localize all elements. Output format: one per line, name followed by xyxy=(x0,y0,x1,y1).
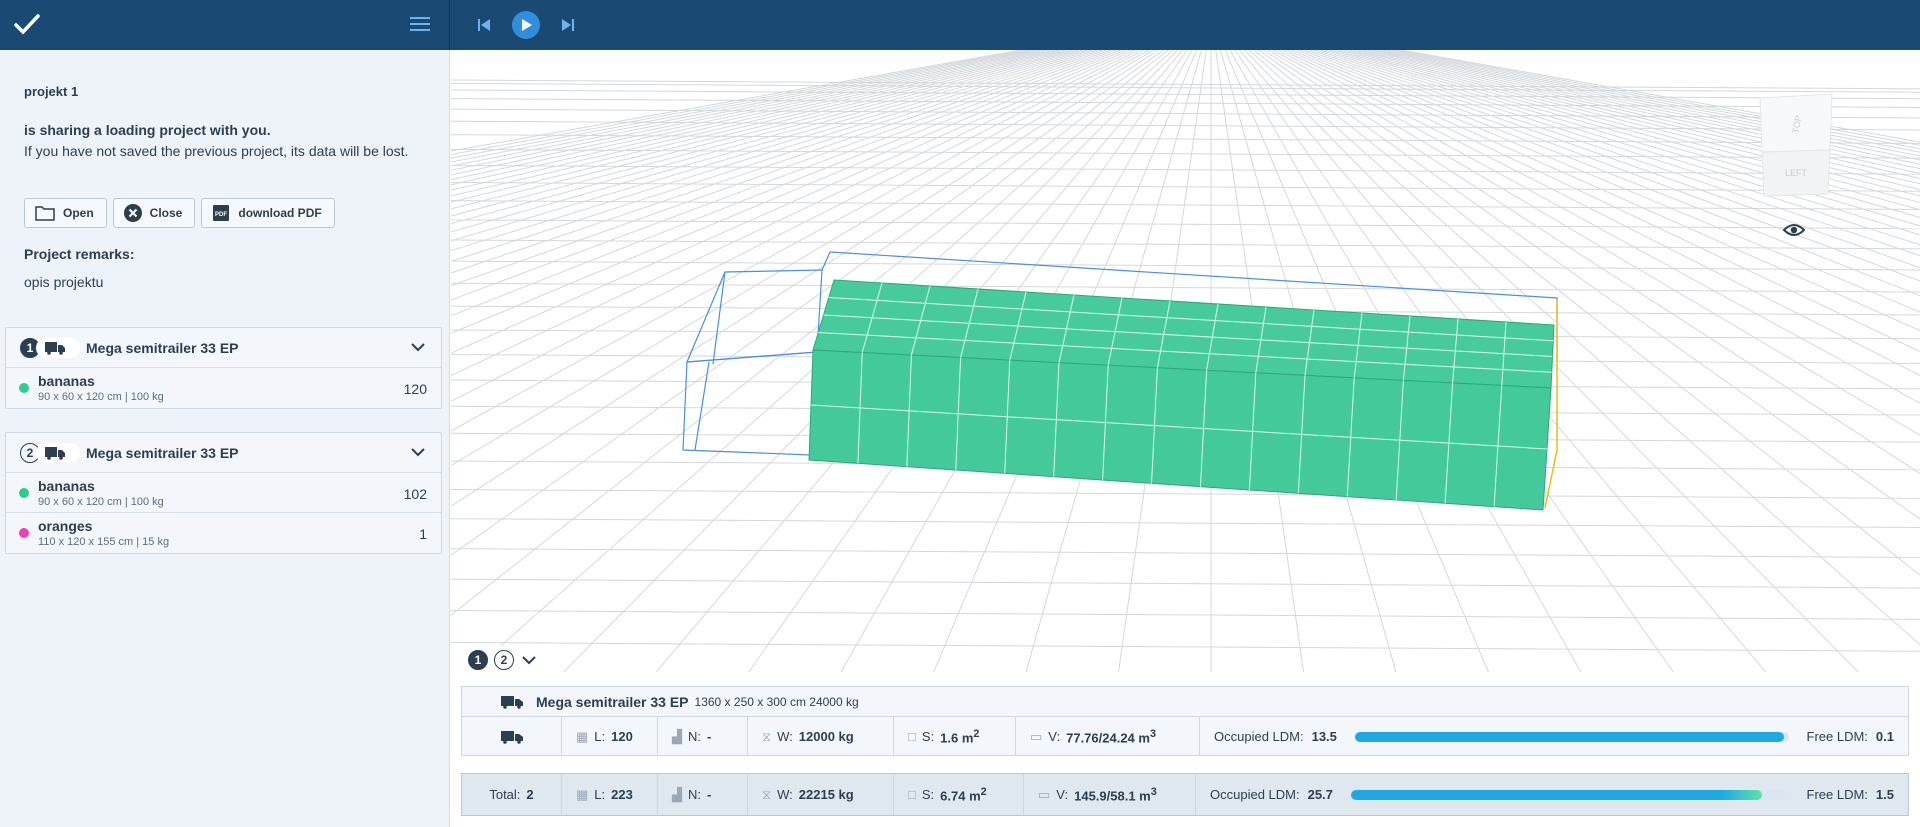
3d-scene[interactable] xyxy=(451,50,1920,672)
totals-stats: Total: 2 ▦ L: 223 ▟ N: - ⧖ W: 22215 kg □ S: 6.74 … xyxy=(462,774,1908,815)
chevron-down-icon[interactable] xyxy=(411,342,425,352)
ldm-progress-track xyxy=(1350,789,1789,800)
sidebar-header xyxy=(0,0,450,50)
animation-player xyxy=(470,11,582,39)
chevron-down-icon[interactable] xyxy=(520,654,538,666)
open-label: Open xyxy=(63,206,94,220)
close-label: Close xyxy=(149,206,183,220)
list-item[interactable]: bananas 90 x 60 x 120 cm | 100 kg 102 xyxy=(6,473,441,513)
stat-loads: ▦ L: 223 xyxy=(562,774,658,815)
stat-loads: ▦ L: 120 xyxy=(562,717,658,756)
close-circle-icon xyxy=(123,204,142,222)
item-description: 90 x 60 x 120 cm | 100 kg xyxy=(38,391,164,403)
pdf-label: download PDF xyxy=(238,206,322,220)
vehicle-name: Mega semitrailer 33 EP xyxy=(86,444,239,461)
totals-bar: Total: 2 ▦ L: 223 ▟ N: - ⧖ W: 22215 kg □ S: 6.74 … xyxy=(461,773,1909,816)
folder-icon xyxy=(35,206,55,221)
boxes-icon: ▦ xyxy=(576,728,589,744)
hamburger-menu-icon[interactable] xyxy=(410,17,430,33)
play-icon[interactable] xyxy=(512,11,540,39)
vehicle-summary: Mega semitrailer 33 EP 1360 x 250 x 300 … xyxy=(461,686,1909,756)
vehicle-card-2[interactable]: 2 Mega semitrailer 33 EP bananas 90 x 60… xyxy=(5,432,442,554)
item-description: 90 x 60 x 120 cm | 100 kg xyxy=(38,496,164,508)
stat-ldm: Occupied LDM: 13.5 Free LDM: 0.1 xyxy=(1214,729,1894,744)
item-name: bananas xyxy=(38,478,95,494)
truck-icon xyxy=(36,442,80,463)
item-description: 110 x 120 x 155 cm | 15 kg xyxy=(38,536,170,548)
stat-weight: ⧖ W: 22215 kg xyxy=(748,774,894,815)
vehicle-dimensions: 1360 x 250 x 300 cm 24000 kg xyxy=(694,694,859,709)
stat-total: Total: 2 xyxy=(462,774,562,815)
surface-icon: □ xyxy=(908,787,916,802)
stat-weight: ⧖ W: 12000 kg xyxy=(748,717,894,756)
share-text: If you have not saved the previous proje… xyxy=(24,143,409,159)
share-heading: is sharing a loading project with you. xyxy=(24,122,271,138)
vehicle-header[interactable]: 2 Mega semitrailer 33 EP xyxy=(6,433,441,473)
surface-icon: □ xyxy=(908,729,916,744)
volume-icon: ▭ xyxy=(1038,786,1051,802)
color-dot xyxy=(19,528,29,538)
view-cube[interactable]: TOP LEFT xyxy=(1756,92,1836,200)
truck-icon xyxy=(36,337,80,358)
stat-surface: □ S: 6.74 m2 xyxy=(894,774,1024,815)
stack-icon: ▟ xyxy=(672,786,682,802)
stat-volume: ▭ V: 77.76/24.24 m3 xyxy=(1016,717,1200,756)
share-message: is sharing a loading project with you. I… xyxy=(24,120,434,162)
close-button[interactable]: Close xyxy=(112,198,196,228)
project-actions: Open Close PDF download PDF xyxy=(24,198,335,228)
ldm-progress-fill xyxy=(1354,731,1785,742)
ldm-progress-track xyxy=(1354,731,1789,742)
stat-ldm: Occupied LDM: 25.7 Free LDM: 1.5 xyxy=(1210,787,1894,802)
color-dot xyxy=(19,383,29,393)
list-item[interactable]: oranges 110 x 120 x 155 cm | 15 kg 1 xyxy=(6,513,441,553)
volume-icon: ▭ xyxy=(1030,728,1043,744)
stat-surface: □ S: 1.6 m2 xyxy=(894,717,1016,756)
stat-volume: ▭ V: 145.9/58.1 m3 xyxy=(1024,774,1196,815)
vehicle-summary-header: Mega semitrailer 33 EP 1360 x 250 x 300 … xyxy=(462,687,1908,717)
skip-forward-icon[interactable] xyxy=(554,11,582,39)
color-dot xyxy=(19,488,29,498)
weight-icon: ⧖ xyxy=(762,786,772,802)
ldm-progress-fill xyxy=(1350,789,1763,800)
vehicle-name: Mega semitrailer 33 EP xyxy=(536,693,689,710)
remarks-text: opis projektu xyxy=(24,274,104,290)
open-button[interactable]: Open xyxy=(24,198,107,228)
eye-icon[interactable] xyxy=(1783,222,1805,238)
stat-stacked: ▟ N: - xyxy=(658,774,748,815)
remarks-label: Project remarks: xyxy=(24,246,135,262)
3d-viewport[interactable] xyxy=(451,50,1920,672)
vehicle-card-1[interactable]: 1 Mega semitrailer 33 EP bananas 90 x 60… xyxy=(5,327,442,409)
download-pdf-button[interactable]: PDF download PDF xyxy=(201,198,335,228)
project-name: projekt 1 xyxy=(24,84,79,99)
boxes-icon: ▦ xyxy=(576,786,589,802)
stack-icon: ▟ xyxy=(672,728,682,744)
vehicle-name: Mega semitrailer 33 EP xyxy=(86,339,239,356)
item-quantity: 120 xyxy=(403,381,427,397)
skip-back-icon[interactable] xyxy=(470,11,498,39)
truck-icon xyxy=(501,695,523,709)
top-bar xyxy=(0,0,1920,50)
item-quantity: 1 xyxy=(419,526,427,542)
truck-icon xyxy=(462,717,562,756)
cargo-block xyxy=(808,279,1558,511)
chevron-down-icon[interactable] xyxy=(411,447,425,457)
item-name: bananas xyxy=(38,373,95,389)
item-name: oranges xyxy=(38,518,93,534)
stat-stacked: ▟ N: - xyxy=(658,717,748,756)
weight-icon: ⧖ xyxy=(762,728,772,744)
list-item[interactable]: bananas 90 x 60 x 120 cm | 100 kg 120 xyxy=(6,368,441,408)
vehicle-tabs: 1 2 xyxy=(460,646,546,674)
item-quantity: 102 xyxy=(403,486,427,502)
svg-text:PDF: PDF xyxy=(215,212,227,218)
tab-vehicle-2[interactable]: 2 xyxy=(494,650,514,670)
pdf-icon: PDF xyxy=(213,205,230,221)
vehicle-header[interactable]: 1 Mega semitrailer 33 EP xyxy=(6,328,441,368)
tab-vehicle-1[interactable]: 1 xyxy=(468,650,488,670)
viewcube-left-label[interactable]: LEFT xyxy=(1785,168,1808,178)
check-logo-icon[interactable] xyxy=(14,13,40,37)
vehicle-stats: ▦ L: 120 ▟ N: - ⧖ W: 12000 kg □ S: 1.6 m2 ▭ V: 77.… xyxy=(462,717,1908,756)
